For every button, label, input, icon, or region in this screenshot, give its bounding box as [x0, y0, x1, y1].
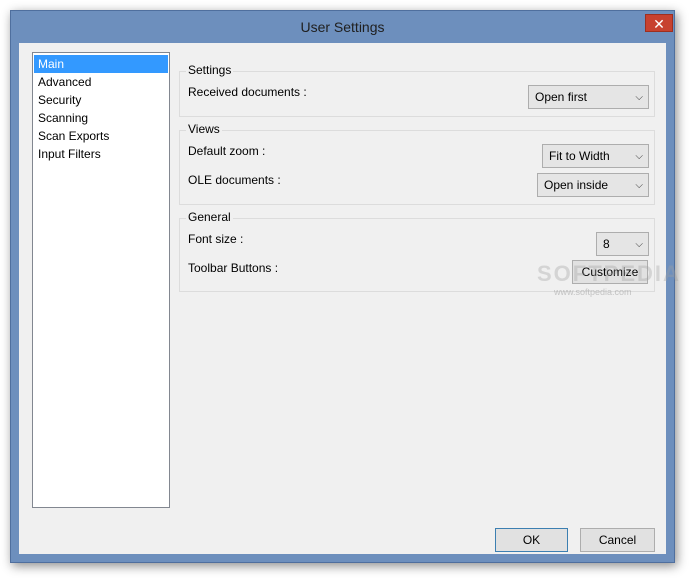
nav-item-scan-exports[interactable]: Scan Exports [34, 127, 168, 145]
nav-item-main[interactable]: Main [34, 55, 168, 73]
close-button[interactable]: ✕ [645, 14, 673, 32]
chevron-down-icon: ⌵ [635, 92, 643, 103]
default-zoom-label: Default zoom : [188, 144, 266, 158]
ole-documents-value: Open inside [544, 178, 609, 192]
title-bar[interactable]: User Settings ✕ [11, 11, 674, 43]
font-size-value: 8 [603, 237, 610, 251]
nav-item-input-filters[interactable]: Input Filters [34, 145, 168, 163]
toolbar-buttons-label: Toolbar Buttons : [188, 261, 279, 275]
settings-window: User Settings ✕ Main Advanced Security S… [10, 10, 679, 563]
settings-group-title: Settings [186, 63, 234, 77]
received-documents-dropdown[interactable]: Open first ⌵ [528, 85, 649, 109]
close-icon: ✕ [653, 16, 665, 32]
ole-documents-label: OLE documents : [188, 173, 281, 187]
chevron-down-icon: ⌵ [635, 151, 643, 162]
font-size-dropdown[interactable]: 8 ⌵ [596, 232, 649, 256]
received-documents-label: Received documents : [188, 85, 307, 99]
ole-documents-dropdown[interactable]: Open inside ⌵ [537, 173, 649, 197]
default-zoom-value: Fit to Width [549, 149, 610, 163]
settings-category-list[interactable]: Main Advanced Security Scanning Scan Exp… [32, 52, 170, 508]
nav-item-advanced[interactable]: Advanced [34, 73, 168, 91]
chevron-down-icon: ⌵ [635, 180, 643, 191]
nav-item-security[interactable]: Security [34, 91, 168, 109]
general-group-title: General [186, 210, 233, 224]
softpedia-watermark-url: www.softpedia.com [554, 287, 632, 297]
views-group-title: Views [186, 122, 222, 136]
window-title: User Settings [300, 19, 385, 35]
softpedia-watermark: SOFTPEDIA [537, 261, 681, 286]
cancel-button[interactable]: Cancel [580, 528, 655, 552]
chevron-down-icon: ⌵ [635, 239, 643, 250]
default-zoom-dropdown[interactable]: Fit to Width ⌵ [542, 144, 649, 168]
ok-button[interactable]: OK [495, 528, 568, 552]
font-size-label: Font size : [188, 232, 244, 246]
settings-group: Settings Received documents : Open first… [179, 63, 655, 117]
nav-item-scanning[interactable]: Scanning [34, 109, 168, 127]
received-documents-value: Open first [535, 90, 588, 104]
views-group: Views Default zoom : Fit to Width ⌵ OLE … [179, 122, 655, 205]
dialog-client-area: Main Advanced Security Scanning Scan Exp… [19, 43, 679, 554]
